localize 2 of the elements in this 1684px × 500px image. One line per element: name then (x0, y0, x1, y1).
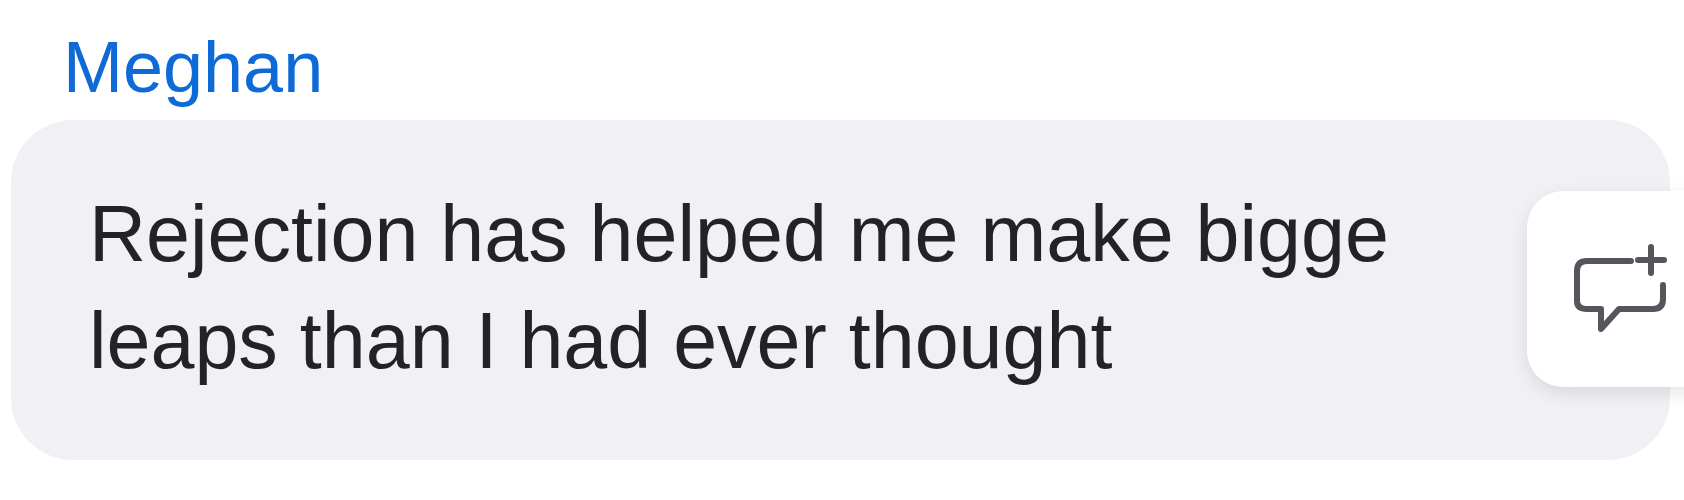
sender-name: Meghan (63, 26, 324, 109)
message-text: Rejection has helped me make bigge leaps than I had ever thought (89, 188, 1390, 387)
